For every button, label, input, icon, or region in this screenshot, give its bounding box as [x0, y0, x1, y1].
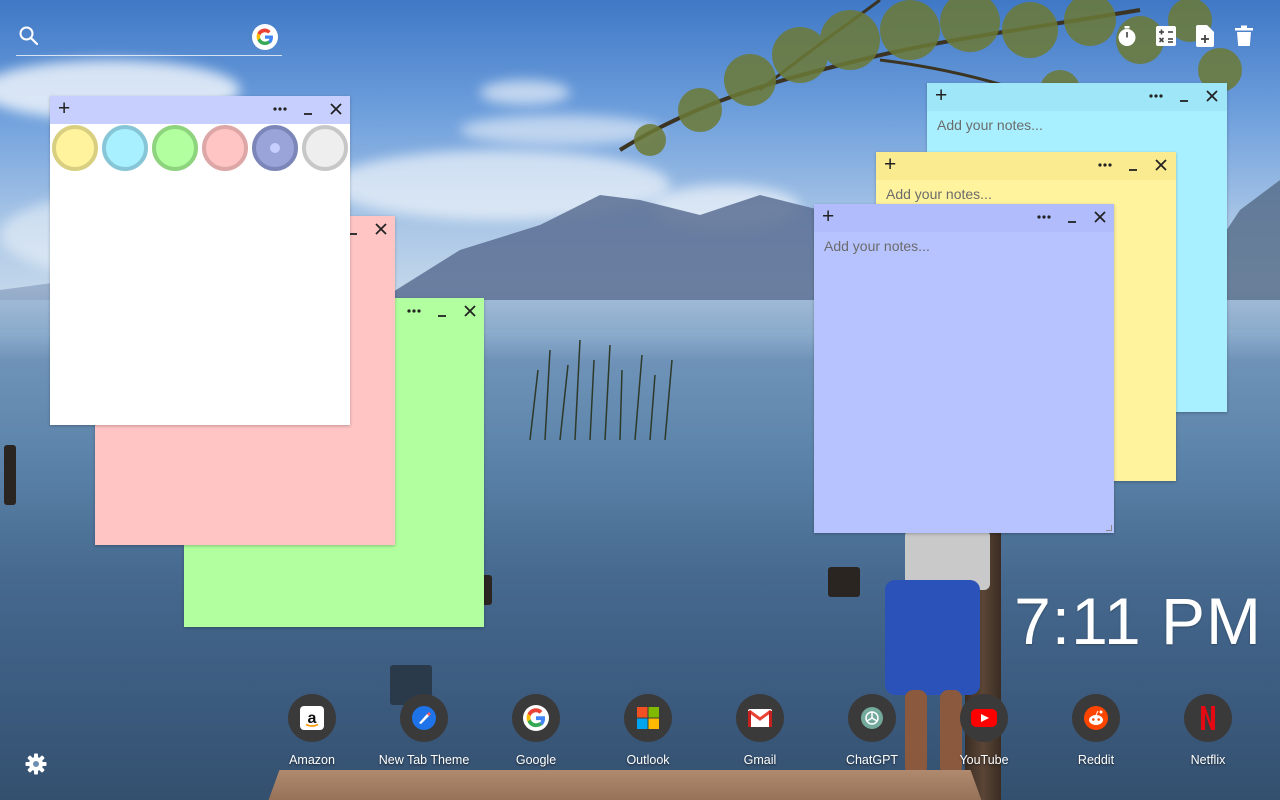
shortcut-outlook[interactable]: Outlook — [592, 694, 704, 767]
gmail-icon[interactable] — [736, 694, 784, 742]
netflix-icon[interactable] — [1184, 694, 1232, 742]
shortcut-gmail[interactable]: Gmail — [704, 694, 816, 767]
outlook-icon[interactable] — [624, 694, 672, 742]
minimize-icon[interactable] — [432, 301, 452, 321]
color-swatch-yellow[interactable] — [52, 125, 98, 171]
shortcut-label: Gmail — [743, 753, 777, 767]
minimize-icon[interactable] — [1062, 207, 1082, 227]
svg-text:a: a — [308, 710, 317, 727]
close-icon[interactable] — [460, 301, 480, 321]
color-swatch-pink[interactable] — [202, 125, 248, 171]
add-note-icon[interactable]: + — [884, 154, 896, 175]
close-icon[interactable] — [1090, 207, 1110, 227]
reeds — [529, 339, 673, 441]
minimize-icon[interactable] — [1123, 155, 1143, 175]
shortcut-label: YouTube — [959, 753, 1009, 767]
clock: 7:11 PM — [1014, 584, 1262, 658]
add-note-icon[interactable]: + — [935, 85, 947, 106]
reddit-icon[interactable] — [1072, 694, 1120, 742]
more-options-icon[interactable] — [1095, 155, 1115, 175]
shortcut-amazon[interactable]: a Amazon — [256, 694, 368, 767]
note-header[interactable]: + — [814, 204, 1114, 232]
add-note-icon[interactable]: + — [822, 206, 834, 227]
more-options-icon[interactable] — [270, 99, 290, 119]
note-header[interactable]: + — [927, 83, 1227, 111]
shortcut-label: Netflix — [1190, 753, 1226, 767]
search-input[interactable] — [46, 24, 246, 50]
chatgpt-icon[interactable] — [848, 694, 896, 742]
youtube-icon[interactable] — [960, 694, 1008, 742]
color-swatch-cyan[interactable] — [102, 125, 148, 171]
shortcut-chatgpt[interactable]: ChatGPT — [816, 694, 928, 767]
shortcut-label: Reddit — [1077, 753, 1115, 767]
gear-icon[interactable] — [24, 752, 48, 776]
close-icon[interactable] — [371, 219, 391, 239]
close-icon[interactable] — [1202, 86, 1222, 106]
note-header[interactable]: + — [50, 96, 350, 124]
selected-indicator — [270, 143, 280, 153]
color-swatch-blue[interactable] — [252, 125, 298, 171]
more-options-icon[interactable] — [1146, 86, 1166, 106]
shortcut-google[interactable]: Google — [480, 694, 592, 767]
trash-icon[interactable] — [1233, 24, 1255, 48]
new-tab-theme-icon[interactable] — [400, 694, 448, 742]
sticky-note-blue[interactable]: + Add your notes... — [814, 204, 1114, 533]
add-note-icon[interactable]: + — [58, 98, 70, 119]
shortcut-dock: a Amazon New Tab Theme Google Outlook Gmail Ch… — [256, 694, 1264, 767]
note-header[interactable]: + — [876, 152, 1176, 180]
google-icon[interactable] — [252, 24, 278, 50]
shortcut-label: New Tab Theme — [378, 753, 470, 767]
calculator-icon[interactable] — [1155, 24, 1177, 48]
search-icon[interactable] — [18, 25, 40, 47]
shortcut-new-tab-theme[interactable]: New Tab Theme — [368, 694, 480, 767]
close-icon[interactable] — [326, 99, 346, 119]
amazon-icon[interactable]: a — [288, 694, 336, 742]
google-icon[interactable] — [512, 694, 560, 742]
color-swatch-green[interactable] — [152, 125, 198, 171]
resize-handle[interactable] — [1106, 525, 1112, 531]
close-icon[interactable] — [1151, 155, 1171, 175]
sticky-note-white[interactable]: + — [50, 96, 350, 425]
minimize-icon[interactable] — [1174, 86, 1194, 106]
color-picker — [52, 125, 348, 171]
timer-icon[interactable] — [1116, 24, 1138, 48]
minimize-icon[interactable] — [298, 99, 318, 119]
shortcut-label: Amazon — [289, 753, 335, 767]
shortcut-label: ChatGPT — [845, 753, 899, 767]
more-options-icon[interactable] — [1034, 207, 1054, 227]
shortcut-label: Google — [515, 753, 557, 767]
color-swatch-gray[interactable] — [302, 125, 348, 171]
new-note-icon[interactable] — [1194, 24, 1216, 48]
toolbar — [1116, 24, 1255, 48]
note-textarea[interactable]: Add your notes... — [814, 232, 1114, 533]
shortcut-label: Outlook — [626, 753, 670, 767]
shortcut-netflix[interactable]: Netflix — [1152, 694, 1264, 767]
more-options-icon[interactable] — [404, 301, 424, 321]
search-bar — [16, 22, 282, 56]
shortcut-youtube[interactable]: YouTube — [928, 694, 1040, 767]
shortcut-reddit[interactable]: Reddit — [1040, 694, 1152, 767]
